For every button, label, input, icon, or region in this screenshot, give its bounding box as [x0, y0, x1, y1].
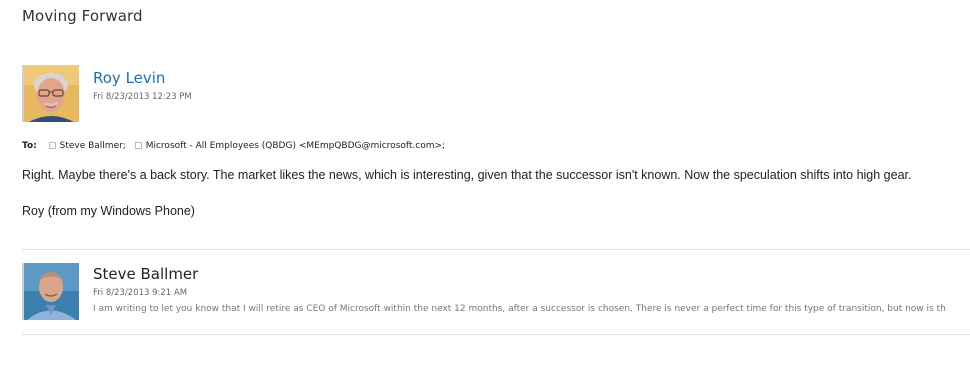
thread-sender-avatar[interactable] [22, 263, 79, 320]
email-subject: Moving Forward [22, 7, 143, 25]
recipient[interactable]: Microsoft - All Employees (QBDG) <MEmpQB… [146, 141, 445, 151]
recipients-line: To: Steve Ballmer; Microsoft - All Emplo… [22, 141, 445, 151]
to-label: To: [22, 141, 37, 151]
message-signature: Roy (from my Windows Phone) [22, 204, 195, 218]
thread-preview-text[interactable]: I am writing to let you know that I will… [93, 304, 970, 314]
checkbox-icon[interactable] [48, 142, 56, 149]
sender-avatar[interactable] [22, 65, 79, 122]
checkbox-icon[interactable] [134, 142, 142, 149]
sent-date: Fri 8/23/2013 12:23 PM [93, 92, 192, 102]
person-photo-icon [24, 263, 79, 320]
thread-sender-name[interactable]: Steve Ballmer [93, 265, 198, 283]
recipient[interactable]: Steve Ballmer; [60, 141, 126, 151]
thread-sent-date: Fri 8/23/2013 9:21 AM [93, 288, 188, 298]
divider [22, 249, 970, 250]
divider [22, 334, 970, 335]
sender-name[interactable]: Roy Levin [93, 69, 165, 87]
message-body-line: Right. Maybe there's a back story. The m… [22, 168, 912, 182]
person-photo-icon [24, 65, 79, 122]
